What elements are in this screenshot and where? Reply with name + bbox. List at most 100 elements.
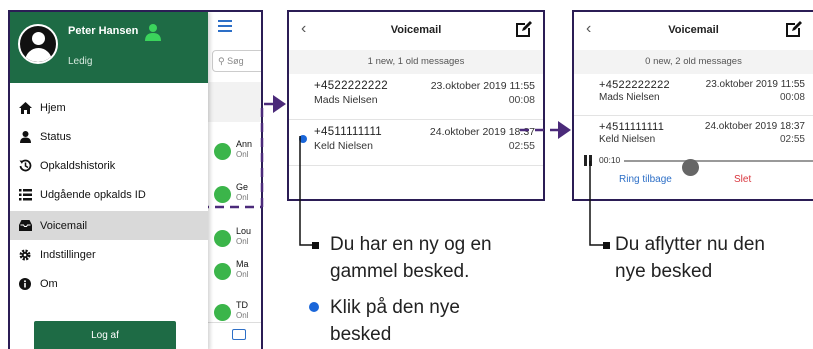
presence-dot [214,230,231,247]
menu-item-voicemail[interactable]: Voicemail [10,211,208,240]
voicemail-header: ‹ Voicemail [574,12,813,50]
caller-number: +4511111111 [599,121,665,133]
message-date: 23.oktober 2019 11:55 [430,80,535,92]
user-status-icon [145,24,161,41]
search-placeholder: Søg [227,56,244,66]
annotation-line: Du aflytter nu den [615,234,765,255]
message-date: 24.oktober 2019 18:37 [704,121,805,132]
unread-indicator [299,135,307,143]
menu-item-label: Om [40,277,58,290]
search-icon: ⚲ [218,56,225,66]
menu-item-label: Opkaldshistorik [40,159,116,172]
compose-icon[interactable] [785,20,803,38]
playback-slider[interactable] [624,159,813,176]
contacts-tab[interactable] [208,322,261,349]
contact-item[interactable]: Lou Onl [214,226,261,252]
caller-name: Keld Nielsen [599,134,656,145]
presence-dot [214,143,231,160]
contact-item[interactable]: Ann Onl [214,139,261,165]
menu-item-call-history[interactable]: Opkaldshistorik [10,151,208,180]
annotation-click-new: Klik på den nye besked [330,294,460,348]
voicemail-item[interactable]: +4522222222 Mads Nielsen 23.oktober 2019… [574,74,813,116]
contact-item[interactable]: Ge Onl [214,182,261,208]
annotation-listening: Du aflytter nu den nye besked [615,231,765,285]
history-icon [18,159,32,173]
inbox-icon [18,219,32,233]
avatar[interactable] [18,24,58,64]
menu-item-settings[interactable]: Indstillinger [10,240,208,269]
contact-name: TD [236,300,248,310]
contacts-background: ⚲ Søg Ann Onl Ge Onl Lou Onl Ma Onl TD O… [208,12,261,349]
caller-number: +4511111111 [314,126,382,138]
gear-icon [18,248,32,262]
callout-marker [312,242,319,249]
user-name: Peter Hansen [68,25,139,37]
voicemail-item[interactable]: +4522222222 Mads Nielsen 23.oktober 2019… [289,74,543,120]
menu-item-label: Hjem [40,101,66,114]
contact-placeholder [208,82,261,122]
voicemail-header: ‹ Voicemail [289,12,543,50]
menu-item-about[interactable]: Om [10,269,208,298]
message-summary: 0 new, 2 old messages [574,50,813,74]
contact-name: Ge [236,182,249,192]
caller-name: Keld Nielsen [314,140,373,152]
menu-item-home[interactable]: Hjem [10,93,208,122]
caller-name: Mads Nielsen [599,92,660,103]
menu-item-status[interactable]: Status [10,122,208,151]
contact-item[interactable]: Ma Onl [214,259,261,285]
message-duration: 00:08 [508,94,535,106]
contact-status: Onl [236,237,249,246]
logout-button[interactable]: Log af [34,321,176,349]
contact-status: Onl [236,270,249,279]
phone-menu-screen: ⚲ Søg Ann Onl Ge Onl Lou Onl Ma Onl TD O… [8,10,263,349]
tutorial-stage: ⚲ Søg Ann Onl Ge Onl Lou Onl Ma Onl TD O… [0,0,813,349]
annotation-line: gammel besked. [330,261,470,282]
presence-dot [214,304,231,321]
delete-button[interactable]: Slet [734,174,751,185]
menu-item-label: Voicemail [40,219,88,232]
dashed-connector [260,102,273,207]
contact-status: Onl [236,150,249,159]
list-icon [18,188,32,202]
call-back-button[interactable]: Ring tilbage [619,174,672,185]
caller-number: +4522222222 [314,80,388,92]
hamburger-icon[interactable] [218,20,232,32]
menu-header: Peter Hansen Ledig [10,12,208,83]
audio-player: 00:10 [584,154,813,176]
message-date: 24.oktober 2019 18:37 [429,126,535,138]
contact-status: Onl [236,311,249,320]
menu-item-label: Status [40,130,72,143]
menu-item-outgoing-caller-id[interactable]: Udgående opkalds ID [10,180,208,209]
message-date: 23.oktober 2019 11:55 [705,79,805,90]
caller-number: +4522222222 [599,79,670,91]
page-title: Voicemail [668,24,719,36]
menu-item-label: Indstillinger [40,248,96,261]
caller-name: Mads Nielsen [314,94,378,106]
slider-handle[interactable] [682,159,699,176]
message-duration: 02:55 [779,134,805,145]
pause-icon[interactable] [584,155,592,166]
presence-dot [214,186,231,203]
annotation-line: Du har en ny og en [330,234,492,255]
person-icon [18,130,32,144]
annotation-line: nye besked [615,261,713,282]
presence-dot [214,263,231,280]
compose-icon[interactable] [515,20,533,38]
playback-time: 00:10 [599,155,621,165]
annotation-line: besked [330,324,392,345]
side-menu: Peter Hansen Ledig Hjem Status Opkaldshi… [10,12,208,349]
arrow-head-icon [558,121,571,139]
phone-voicemail-playing: ‹ Voicemail 0 new, 2 old messages +45222… [572,10,813,201]
voicemail-item-new[interactable]: +4511111111 Keld Nielsen 24.oktober 2019… [289,120,543,166]
search-input[interactable]: ⚲ Søg [212,50,261,72]
annotation-new-old: Du har en ny og en gammel besked. [330,231,492,285]
message-duration: 00:08 [779,92,805,103]
contact-card-icon [232,329,246,340]
annotation-line: Klik på den nye [330,297,460,318]
voicemail-item-playing[interactable]: +4511111111 Keld Nielsen 24.oktober 2019… [574,116,813,185]
menu-item-label: Udgående opkalds ID [40,188,146,201]
callout-marker [603,242,610,249]
phone-voicemail-new: ‹ Voicemail 1 new, 1 old messages +45222… [287,10,545,201]
user-status[interactable]: Ledig [68,56,92,67]
message-summary: 1 new, 1 old messages [289,50,543,74]
